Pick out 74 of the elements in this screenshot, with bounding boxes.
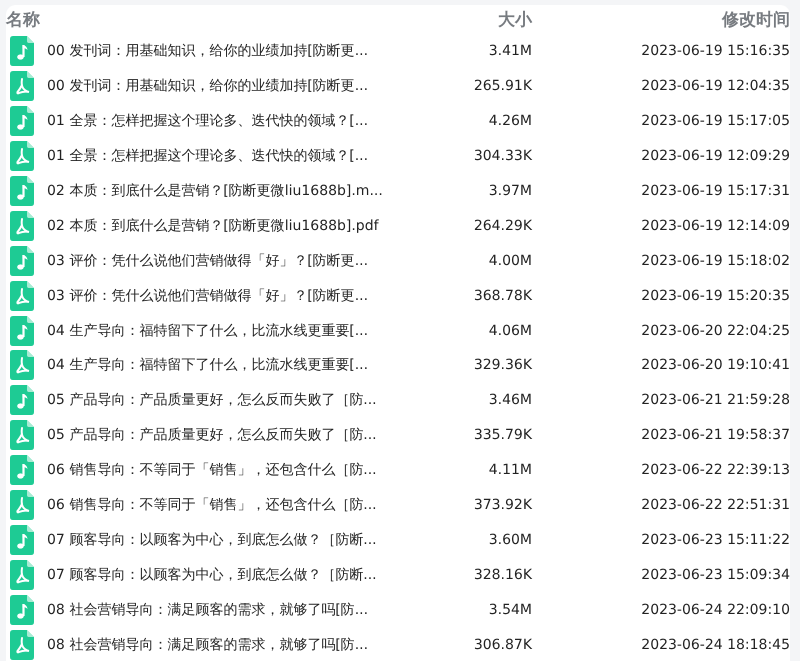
- pdf-file-icon: [10, 420, 34, 450]
- modified-time: 2023-06-21 21:59:28: [641, 392, 790, 408]
- file-size: 4.00M: [488, 252, 532, 269]
- modified-time: 2023-06-19 12:04:35: [641, 78, 790, 94]
- modified-time: 2023-06-19 12:14:09: [641, 218, 790, 234]
- file-size: 4.11M: [488, 462, 532, 478]
- file-name[interactable]: 01 全景：怎样把握这个理论多、迭代快的领域？[...: [47, 112, 368, 130]
- file-size: 306.87K: [474, 636, 532, 653]
- modified-time: 2023-06-20 19:10:41: [641, 357, 790, 374]
- modified-time: 2023-06-21 19:58:37: [641, 427, 790, 444]
- file-size: 3.54M: [488, 602, 532, 618]
- file-size: 304.33K: [474, 148, 532, 164]
- modified-time: 2023-06-19 12:09:29: [641, 148, 790, 164]
- file-name[interactable]: 07 顾客导向：以顾客为中心，到底怎么做？［防断...: [47, 566, 377, 584]
- pdf-file-icon: [10, 141, 34, 172]
- music-file-icon: [10, 594, 34, 625]
- music-file-icon: [10, 455, 34, 486]
- modified-time: 2023-06-24 22:09:10: [641, 602, 790, 618]
- file-size: 335.79K: [474, 427, 532, 444]
- file-size: 3.41M: [488, 43, 532, 60]
- file-size: 264.29K: [474, 218, 532, 234]
- modified-time: 2023-06-20 22:04:25: [641, 322, 790, 339]
- file-name[interactable]: 03 评价：凭什么说他们营销做得「好」？[防断更...: [47, 252, 368, 270]
- file-name[interactable]: 08 社会营销导向：满足顾客的需求，就够了吗[防...: [47, 636, 368, 654]
- pdf-file-icon: [10, 280, 34, 311]
- column-header[interactable]: 大小: [498, 8, 532, 31]
- file-name[interactable]: 03 评价：凭什么说他们营销做得「好」？[防断更...: [47, 286, 368, 305]
- file-name[interactable]: 05 产品导向：产品质量更好，怎么反而失败了［防...: [47, 391, 377, 410]
- file-size: 4.26M: [488, 113, 532, 130]
- music-file-icon: [10, 246, 34, 276]
- modified-time: 2023-06-24 18:18:45: [641, 636, 790, 653]
- file-name[interactable]: 06 销售导向：不等同于「销售」，还包含什么［防...: [47, 461, 377, 480]
- pdf-file-icon: [10, 71, 34, 102]
- file-name[interactable]: 04 生产导向：福特留下了什么，比流水线更重要[...: [47, 356, 368, 374]
- modified-time: 2023-06-23 15:11:22: [641, 532, 790, 548]
- file-size: 3.46M: [488, 392, 532, 408]
- music-file-icon: [10, 106, 34, 136]
- file-size: 328.16K: [474, 566, 532, 583]
- file-name[interactable]: 00 发刊词：用基础知识，给你的业绩加持[防断更...: [47, 77, 368, 96]
- column-header[interactable]: 修改时间: [722, 8, 790, 31]
- file-size: 265.91K: [474, 78, 532, 94]
- modified-time: 2023-06-19 15:16:35: [641, 43, 790, 60]
- file-name[interactable]: 07 顾客导向：以顾客为中心，到底怎么做？［防断...: [47, 530, 377, 549]
- pdf-file-icon: [10, 350, 34, 380]
- file-size: 373.92K: [474, 497, 532, 514]
- file-name[interactable]: 08 社会营销导向：满足顾客的需求，就够了吗[防...: [47, 600, 368, 619]
- music-file-icon: [10, 524, 34, 555]
- file-size: 4.06M: [488, 322, 532, 339]
- file-name[interactable]: 01 全景：怎样把握这个理论多、迭代快的领域？[...: [47, 147, 368, 166]
- file-size: 329.36K: [474, 357, 532, 374]
- modified-time: 2023-06-19 15:17:31: [641, 183, 790, 199]
- file-name[interactable]: 05 产品导向：产品质量更好，怎么反而失败了［防...: [47, 426, 377, 444]
- file-size: 3.97M: [488, 183, 532, 199]
- music-file-icon: [10, 316, 34, 346]
- file-name[interactable]: 02 本质：到底什么是营销？[防断更微liu1688b].pdf: [47, 216, 379, 235]
- modified-time: 2023-06-22 22:39:13: [641, 462, 790, 478]
- modified-time: 2023-06-22 22:51:31: [641, 497, 790, 514]
- music-file-icon: [10, 176, 34, 206]
- file-size: 3.60M: [488, 532, 532, 548]
- pdf-file-icon: [10, 490, 34, 520]
- file-name[interactable]: 04 生产导向：福特留下了什么，比流水线更重要[...: [47, 322, 368, 340]
- pdf-file-icon: [10, 560, 34, 590]
- modified-time: 2023-06-19 15:18:02: [641, 252, 790, 269]
- modified-time: 2023-06-19 15:20:35: [641, 288, 790, 304]
- file-size: 368.78K: [474, 288, 532, 304]
- modified-time: 2023-06-23 15:09:34: [641, 566, 790, 583]
- pdf-file-icon: [10, 210, 34, 241]
- file-name[interactable]: 00 发刊词：用基础知识，给你的业绩加持[防断更...: [47, 42, 368, 60]
- column-header[interactable]: 名称: [6, 8, 40, 31]
- music-file-icon: [10, 385, 34, 416]
- modified-time: 2023-06-19 15:17:05: [641, 113, 790, 130]
- file-name[interactable]: 06 销售导向：不等同于「销售」，还包含什么［防...: [47, 496, 377, 514]
- file-name[interactable]: 02 本质：到底什么是营销？[防断更微liu1688b].m...: [47, 182, 383, 200]
- music-file-icon: [10, 36, 34, 66]
